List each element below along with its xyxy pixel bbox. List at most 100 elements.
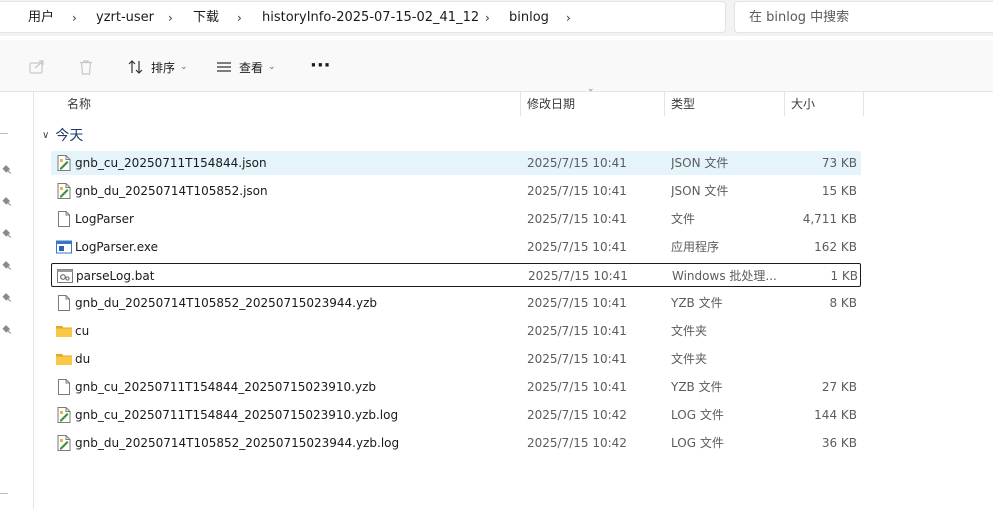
file-row-focused[interactable]: parseLog.bat 2025/7/15 10:41 Windows 批处理… [51,263,861,287]
file-name: gnb_cu_20250711T154844.json [75,156,267,170]
crumb-history-folder[interactable]: historyInfo-2025-07-15-02_41_12 [262,2,479,34]
file-row[interactable]: LogParser.exe 2025/7/15 10:41 应用程序 162 K… [51,235,861,259]
breadcrumb[interactable]: 用户 › yzrt-user › 下载 › historyInfo-2025-0… [0,1,726,33]
file-row[interactable]: gnb_du_20250714T105852_20250715023944.yz… [51,431,861,455]
file-name: gnb_du_20250714T105852_20250715023944.yz… [75,296,377,310]
pin-icon[interactable] [2,260,14,272]
crumb-separator[interactable]: › [566,2,571,34]
sort-icon [128,60,143,74]
column-separator[interactable] [520,92,521,116]
crumb-separator[interactable]: › [72,2,77,34]
file-size: 15 KB [821,184,857,198]
file-type: JSON 文件 [671,156,729,170]
delete-button[interactable] [77,54,95,80]
file-size [785,319,857,343]
view-list-icon [217,62,231,72]
blank-file-icon [58,211,70,227]
file-date: 2025/7/15 10:41 [528,269,628,283]
view-label: 查看 [239,60,264,75]
chevron-down-icon: ⌄ [268,62,276,72]
group-label: 今天 [55,128,84,144]
address-row: 用户 › yzrt-user › 下载 › historyInfo-2025-0… [0,0,993,36]
file-date: 2025/7/15 10:42 [527,408,627,422]
crumb-separator[interactable]: › [485,2,490,34]
file-type: 应用程序 [671,240,720,254]
file-type: 文件夹 [671,324,708,338]
crumb-separator[interactable]: › [168,2,173,34]
file-name: LogParser [75,212,134,226]
file-size [785,347,857,371]
search-input[interactable] [749,2,979,32]
folder-row[interactable]: du 2025/7/15 10:41 文件夹 [51,347,861,371]
nav-divider [0,133,8,134]
file-date: 2025/7/15 10:41 [527,184,627,198]
file-type: LOG 文件 [671,408,724,422]
folder-row[interactable]: cu 2025/7/15 10:41 文件夹 [51,319,861,343]
file-size: 36 KB [821,436,857,450]
column-header-date[interactable]: 修改日期 [527,92,575,116]
file-date: 2025/7/15 10:41 [527,240,627,254]
file-explorer-window: 用户 › yzrt-user › 下载 › historyInfo-2025-0… [0,0,993,509]
file-size: 27 KB [821,380,857,394]
pin-icon[interactable] [2,324,14,336]
log-file-icon [57,407,71,423]
file-size: 144 KB [814,408,857,422]
crumb-separator[interactable]: › [237,2,242,34]
command-bar: 排序 ⌄ 查看 ⌄ ··· [0,40,993,92]
file-row[interactable]: gnb_cu_20250711T154844_20250715023910.yz… [51,403,861,427]
more-options-button[interactable]: ··· [310,52,331,78]
file-row[interactable]: gnb_cu_20250711T154844_20250715023910.yz… [51,375,861,399]
file-row[interactable]: gnb_du_20250714T105852_20250715023944.yz… [51,291,861,315]
column-separator[interactable] [784,92,785,116]
view-button[interactable]: 查看 ⌄ [215,54,276,80]
exe-file-icon [56,240,72,254]
chevron-down-icon[interactable]: ∨ [42,130,49,141]
file-type: YZB 文件 [671,380,723,394]
column-separator[interactable] [664,92,665,116]
file-row[interactable]: gnb_cu_20250711T154844.json 2025/7/15 10… [51,151,861,175]
pane-splitter[interactable] [33,92,34,509]
log-file-icon [57,435,71,451]
pin-icon[interactable] [2,196,14,208]
file-type: 文件 [671,212,696,226]
nav-divider [0,493,8,494]
file-date: 2025/7/15 10:41 [527,296,627,310]
crumb-user[interactable]: yzrt-user [96,2,154,34]
file-date: 2025/7/15 10:41 [527,352,627,366]
navigation-pane-edge [0,92,22,509]
pin-icon[interactable] [2,164,14,176]
sort-indicator-icon: ⌄ [587,84,595,94]
file-type: Windows 批处理... [672,269,777,283]
file-date: 2025/7/15 10:41 [527,212,627,226]
file-size: 73 KB [821,156,857,170]
sort-label: 排序 [151,60,176,75]
search-box [734,1,993,33]
column-header-name[interactable]: 名称 [67,92,91,116]
column-header-type[interactable]: 类型 [671,92,695,116]
file-row[interactable]: LogParser 2025/7/15 10:41 文件 4,711 KB [51,207,861,231]
trash-icon [80,60,92,75]
pin-icon[interactable] [2,228,14,240]
crumb-downloads[interactable]: 下载 [193,2,219,34]
group-header-today[interactable]: ∨ 今天 [42,124,83,146]
file-row[interactable]: gnb_du_20250714T105852.json 2025/7/15 10… [51,179,861,203]
file-size: 8 KB [829,296,857,310]
share-button[interactable] [28,54,46,80]
share-icon [29,60,44,74]
crumb-binlog[interactable]: binlog [509,2,549,34]
file-date: 2025/7/15 10:42 [527,436,627,450]
file-date: 2025/7/15 10:41 [527,156,627,170]
crumb-users[interactable]: 用户 [28,2,54,34]
bat-file-icon [57,269,73,283]
file-size: 162 KB [814,240,857,254]
column-header-size[interactable]: 大小 [791,92,815,116]
file-date: 2025/7/15 10:41 [527,324,627,338]
file-type: JSON 文件 [671,184,729,198]
column-separator[interactable] [863,92,864,116]
sort-button[interactable]: 排序 ⌄ [127,54,188,80]
file-name: cu [75,324,90,338]
pin-icon[interactable] [2,292,14,304]
file-name: gnb_du_20250714T105852_20250715023944.yz… [75,436,400,450]
json-file-icon [57,183,71,199]
file-name: LogParser.exe [75,240,158,254]
